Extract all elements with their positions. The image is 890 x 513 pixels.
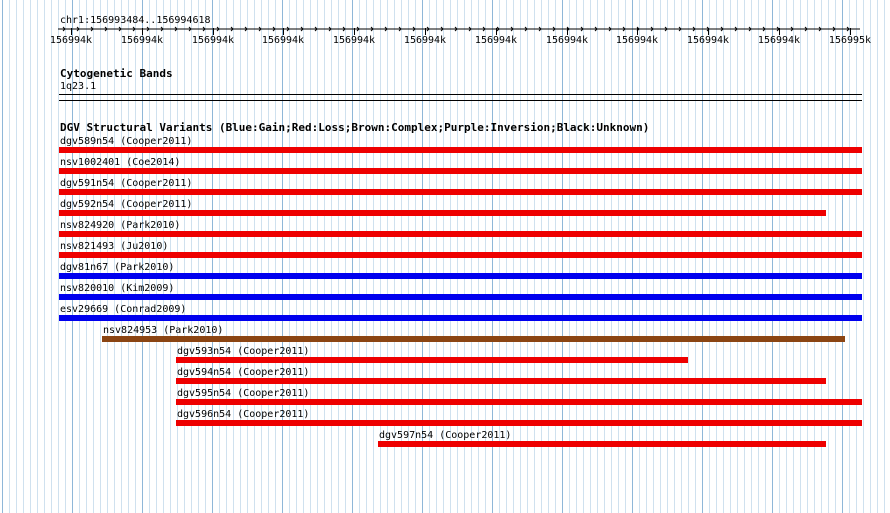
ruler-tick-mark bbox=[425, 28, 426, 35]
ruler-tick-label: 156995k bbox=[828, 35, 872, 46]
ruler-tick-mark bbox=[708, 28, 709, 35]
ruler-tick-label: 156994k bbox=[191, 35, 235, 46]
ruler-tick-label: 156994k bbox=[120, 35, 164, 46]
ruler-tick-label: 156994k bbox=[757, 35, 801, 46]
ruler-tick-label: 156994k bbox=[261, 35, 305, 46]
ruler-tick-mark bbox=[213, 28, 214, 35]
feature-bar-complex[interactable] bbox=[102, 336, 845, 342]
dgv-track-title[interactable]: DGV Structural Variants (Blue:Gain;Red:L… bbox=[60, 122, 649, 134]
ruler-tick-label: 156994k bbox=[615, 35, 659, 46]
ruler-tick-mark bbox=[496, 28, 497, 35]
feature-bar-loss[interactable] bbox=[176, 399, 862, 405]
feature-bar-gain[interactable] bbox=[59, 294, 862, 300]
ruler-tick-mark bbox=[850, 28, 851, 35]
ruler-tick-mark bbox=[354, 28, 355, 35]
cytoband-track-title[interactable]: Cytogenetic Bands bbox=[60, 68, 173, 80]
feature-bar-loss[interactable] bbox=[176, 378, 826, 384]
feature-bar-loss[interactable] bbox=[176, 420, 862, 426]
ruler-tick-mark bbox=[779, 28, 780, 35]
feature-bar-loss[interactable] bbox=[59, 189, 862, 195]
feature-bar-loss[interactable] bbox=[59, 252, 862, 258]
ruler-tick-mark bbox=[567, 28, 568, 35]
feature-bar-loss[interactable] bbox=[59, 147, 862, 153]
ruler-tick-label: 156994k bbox=[49, 35, 93, 46]
ruler-scale-arrow bbox=[58, 26, 860, 32]
ruler-tick-label: 156994k bbox=[545, 35, 589, 46]
feature-bar-loss[interactable] bbox=[59, 210, 826, 216]
feature-bar-loss[interactable] bbox=[378, 441, 826, 447]
cytoband-label[interactable]: 1q23.1 bbox=[60, 81, 96, 93]
feature-bar-gain[interactable] bbox=[59, 273, 862, 279]
ruler-tick-mark bbox=[71, 28, 72, 35]
feature-bar-loss[interactable] bbox=[176, 357, 688, 363]
ruler-tick-mark bbox=[283, 28, 284, 35]
ruler-tick-label: 156994k bbox=[403, 35, 447, 46]
feature-bar-gain[interactable] bbox=[59, 315, 862, 321]
ruler-tick-mark bbox=[637, 28, 638, 35]
cytoband-top-line bbox=[59, 94, 862, 95]
ruler-tick-label: 156994k bbox=[474, 35, 518, 46]
feature-bar-loss[interactable] bbox=[59, 168, 862, 174]
cytoband-bottom-line bbox=[59, 100, 862, 101]
ruler-tick-mark bbox=[142, 28, 143, 35]
ruler-tick-label: 156994k bbox=[332, 35, 376, 46]
feature-bar-loss[interactable] bbox=[59, 231, 862, 237]
ruler-tick-label: 156994k bbox=[686, 35, 730, 46]
